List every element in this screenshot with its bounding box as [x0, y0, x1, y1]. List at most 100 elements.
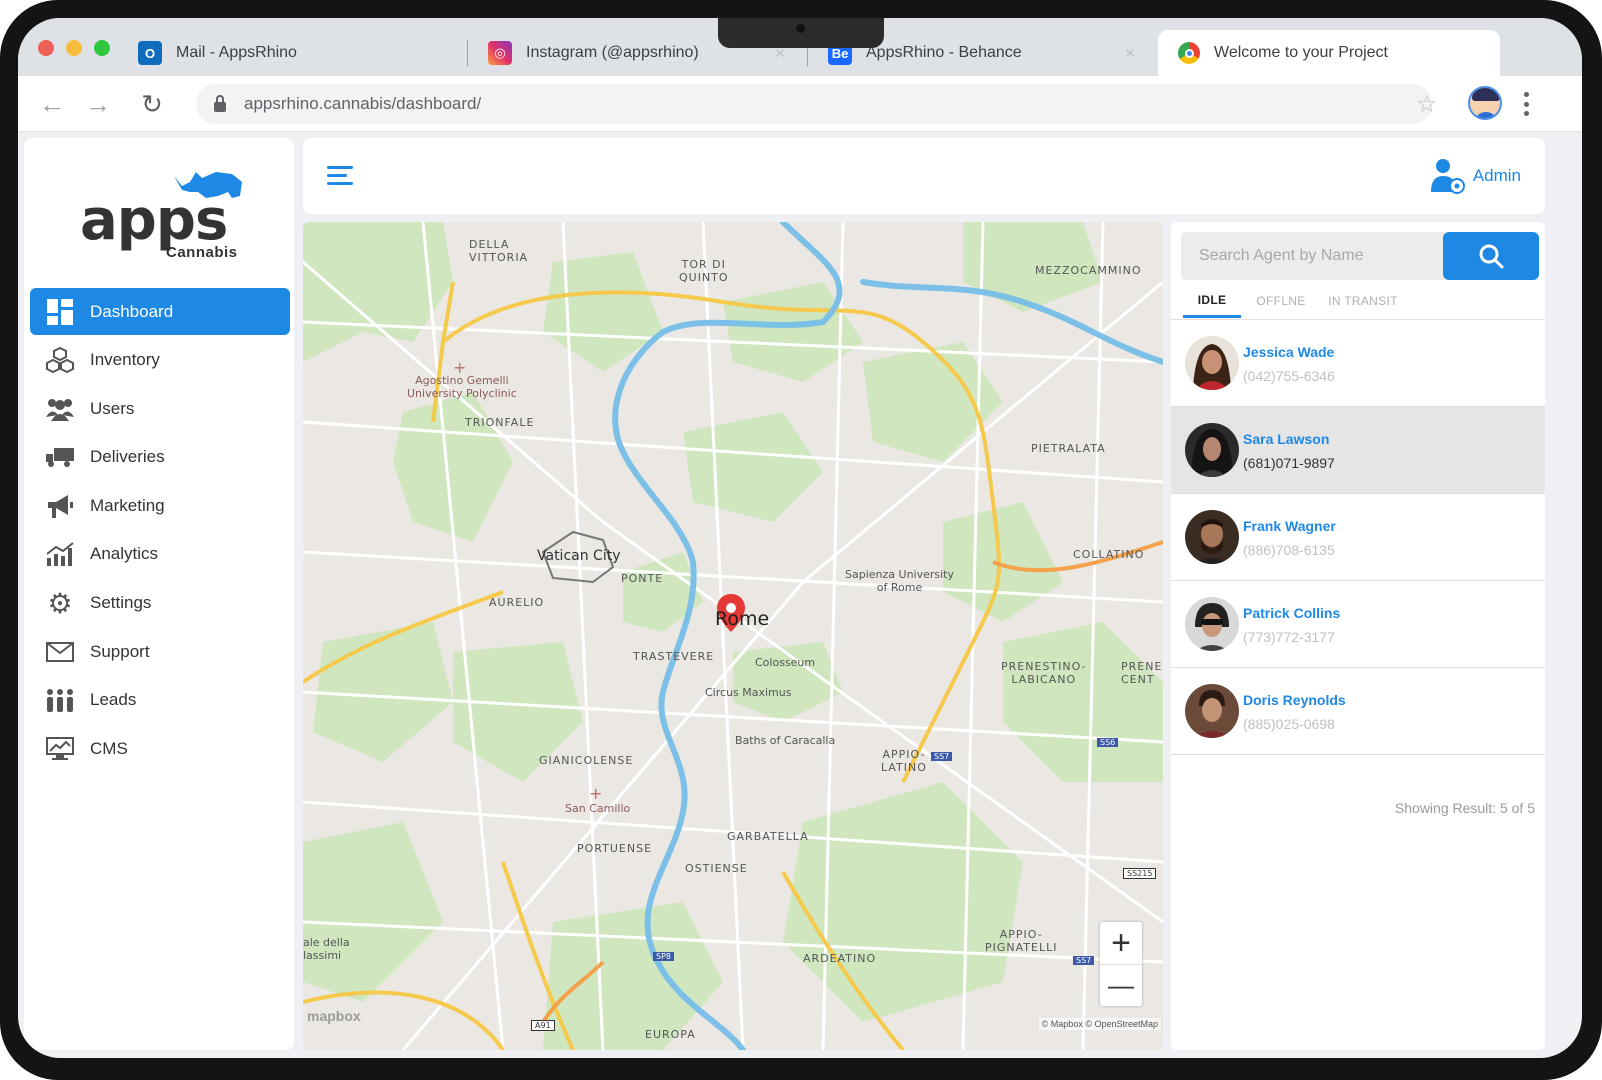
map-label: PRENESTINO- LABICANO	[1001, 660, 1087, 686]
agent-phone: (681)071-9897	[1243, 455, 1335, 471]
agent-row[interactable]: Jessica Wade (042)755-6346	[1171, 320, 1545, 407]
sidebar-item-label: CMS	[90, 738, 128, 758]
map-label: DELLA VITTORIA	[469, 238, 529, 264]
browser-tab-project[interactable]: Welcome to your Project	[1158, 30, 1500, 76]
sidebar-item-support[interactable]: Support	[30, 628, 290, 675]
road-shield: A91	[531, 1020, 555, 1031]
agent-row[interactable]: Doris Reynolds (885)025-0698	[1171, 668, 1545, 755]
sidebar-item-users[interactable]: Users	[30, 385, 290, 432]
sidebar-item-cms[interactable]: CMS	[30, 725, 290, 772]
logo-subtitle: Cannabis	[166, 244, 238, 261]
chrome-icon	[1178, 42, 1200, 64]
address-bar[interactable]: appsrhino.cannabis/dashboard/	[196, 84, 1432, 124]
map-label: APPIO- LATINO	[881, 748, 927, 774]
maximize-window-icon[interactable]	[94, 40, 110, 56]
people-icon	[46, 686, 74, 714]
agent-phone: (042)755-6346	[1243, 368, 1335, 384]
map-label: PONTE	[621, 572, 664, 585]
map-label: Rome	[715, 608, 770, 630]
agent-name: Doris Reynolds	[1243, 692, 1346, 708]
map-label: MEZZOCAMMINO	[1035, 264, 1142, 277]
road-shield: SP8	[653, 952, 674, 961]
browser-tab-mail[interactable]: O Mail - AppsRhino	[118, 30, 468, 76]
sidebar-item-label: Dashboard	[90, 301, 174, 321]
browser-tab-label: Instagram (@appsrhino)	[526, 44, 699, 61]
road-shield: SS7	[931, 752, 953, 761]
browser-tab-label: Welcome to your Project	[1214, 44, 1388, 61]
map-label: AURELIO	[489, 596, 545, 609]
map-label: GARBATELLA	[727, 830, 809, 843]
map-label: San Camillo	[565, 802, 631, 815]
map-label: COLLATINO	[1073, 548, 1145, 561]
avatar	[1185, 423, 1239, 477]
tab-offline[interactable]: OFFLNE	[1249, 284, 1313, 318]
admin-user-icon	[1429, 158, 1465, 194]
agent-name: Patrick Collins	[1243, 605, 1341, 621]
mapbox-logo[interactable]: mapbox	[307, 1008, 361, 1024]
megaphone-icon	[46, 492, 74, 520]
road-shield: SS7	[1073, 956, 1095, 965]
browser-menu-icon[interactable]	[1524, 92, 1530, 116]
map-label: EUROPA	[645, 1028, 696, 1041]
map-label: Colosseum	[755, 656, 816, 669]
agent-row[interactable]: Sara Lawson (681)071-9897	[1171, 407, 1545, 494]
reload-icon[interactable]: ↻	[134, 86, 170, 122]
browser-tab-label: Mail - AppsRhino	[176, 44, 297, 61]
monitor-icon	[46, 735, 74, 763]
sidebar-item-label: Settings	[90, 593, 152, 613]
top-header: Admin	[303, 138, 1545, 214]
map-label: APPIO- PIGNATELLI	[985, 928, 1058, 954]
sidebar-item-settings[interactable]: ⚙ Settings	[30, 580, 290, 627]
map-canvas	[303, 222, 1163, 1050]
map-label: Vatican City	[537, 548, 621, 564]
agent-name: Jessica Wade	[1243, 344, 1335, 360]
agent-row[interactable]: Patrick Collins (773)772-3177	[1171, 581, 1545, 668]
url-text[interactable]: appsrhino.cannabis/dashboard/	[244, 94, 481, 114]
sidebar-item-deliveries[interactable]: Deliveries	[30, 434, 290, 481]
zoom-in-button[interactable]: +	[1100, 922, 1142, 964]
tablet-frame: O Mail - AppsRhino ◎ Instagram (@appsrhi…	[0, 0, 1602, 1080]
sidebar-item-leads[interactable]: Leads	[30, 677, 290, 724]
sidebar-item-label: Analytics	[90, 544, 159, 564]
avatar	[1185, 336, 1239, 390]
screen: O Mail - AppsRhino ◎ Instagram (@appsrhi…	[18, 18, 1582, 1058]
map-label: ale della lassimi	[303, 936, 350, 962]
sidebar-item-inventory[interactable]: Inventory	[30, 337, 290, 384]
map-attribution[interactable]: © Mapbox © OpenStreetMap	[1038, 1018, 1161, 1030]
agent-row[interactable]: Frank Wagner (886)708-6135	[1171, 494, 1545, 581]
tab-in-transit[interactable]: IN TRANSIT	[1325, 284, 1401, 318]
search-icon	[1479, 244, 1504, 269]
bookmark-star-icon[interactable]: ☆	[1416, 90, 1438, 119]
back-arrow-icon[interactable]: ←	[34, 86, 70, 122]
chart-icon	[46, 540, 74, 568]
map-label: PORTUENSE	[577, 842, 653, 855]
admin-menu[interactable]: Admin	[1429, 158, 1521, 194]
dashboard-icon	[46, 298, 74, 326]
map-view[interactable]: DELLA VITTORIA TOR DI QUINTO MEZZOCAMMIN…	[303, 222, 1163, 1050]
result-count: Showing Result: 5 of 5	[1394, 800, 1535, 816]
browser-toolbar: ← → ↻ appsrhino.cannabis/dashboard/ ☆	[18, 76, 1582, 132]
agent-status-tabs: IDLE OFFLNE IN TRANSIT	[1181, 284, 1537, 318]
sidebar-item-label: Users	[90, 398, 135, 418]
zoom-out-button[interactable]: —	[1100, 964, 1142, 1006]
agents-panel: IDLE OFFLNE IN TRANSIT Jessica Wade (042…	[1171, 222, 1545, 1050]
browser-tab-label: AppsRhino - Behance	[866, 44, 1022, 61]
sidebar-item-marketing[interactable]: Marketing	[30, 482, 290, 529]
hamburger-menu-icon[interactable]	[327, 166, 353, 186]
road-shield: SS215	[1123, 868, 1157, 879]
search-input[interactable]	[1181, 232, 1445, 280]
profile-avatar[interactable]	[1468, 86, 1502, 120]
search-button[interactable]	[1443, 232, 1539, 280]
minimize-window-icon[interactable]	[66, 40, 82, 56]
sidebar-item-dashboard[interactable]: Dashboard	[30, 288, 290, 335]
close-window-icon[interactable]	[38, 40, 54, 56]
sidebar-item-label: Deliveries	[90, 447, 165, 467]
tab-idle[interactable]: IDLE	[1183, 284, 1241, 318]
forward-arrow-icon[interactable]: →	[80, 86, 116, 122]
road-shield: SS6	[1097, 738, 1119, 747]
close-tab-icon[interactable]: ✕	[1124, 45, 1136, 62]
avatar	[1185, 684, 1239, 738]
sidebar-item-analytics[interactable]: Analytics	[30, 531, 290, 578]
sidebar-item-label: Marketing	[90, 495, 165, 515]
map-label: PIETRALATA	[1031, 442, 1106, 455]
